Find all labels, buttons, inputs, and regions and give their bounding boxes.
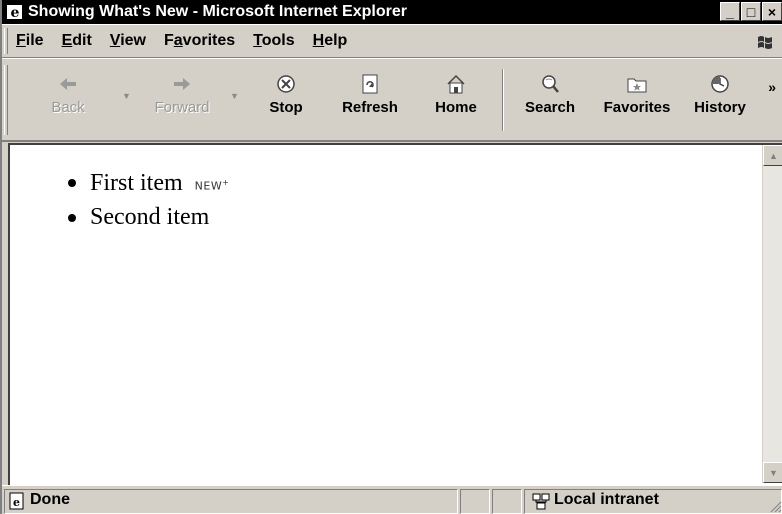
status-pane-progress bbox=[460, 489, 490, 514]
toolbar-grip[interactable] bbox=[4, 65, 8, 135]
forward-button[interactable]: Forward bbox=[142, 73, 222, 116]
status-pane-secure bbox=[492, 489, 522, 514]
bullet-icon bbox=[68, 179, 76, 187]
status-text: Done bbox=[30, 491, 70, 508]
page-done-icon: e bbox=[8, 492, 26, 510]
list-item: Second item bbox=[68, 202, 229, 233]
window-title: Showing What's New - Microsoft Internet … bbox=[28, 3, 407, 20]
bullet-icon bbox=[68, 213, 76, 222]
maximize-button[interactable]: □ bbox=[741, 2, 761, 21]
stop-button[interactable]: Stop bbox=[256, 73, 316, 116]
new-badge-icon: NEW+ bbox=[194, 178, 230, 193]
home-icon bbox=[444, 73, 468, 95]
menu-tools[interactable]: Tools bbox=[253, 32, 294, 50]
favorites-button[interactable]: Favorites bbox=[594, 73, 680, 116]
scroll-up-button[interactable]: ▲ bbox=[763, 145, 782, 166]
local-intranet-icon bbox=[532, 492, 550, 510]
list-item-text: Second item bbox=[90, 203, 210, 230]
back-button[interactable]: Back bbox=[38, 73, 98, 116]
refresh-icon bbox=[358, 73, 382, 95]
ie-logo-icon: e bbox=[6, 3, 24, 21]
list-item: First item NEW+ bbox=[68, 167, 229, 202]
svg-text:e: e bbox=[13, 496, 20, 509]
scroll-down-button[interactable]: ▼ bbox=[763, 462, 782, 483]
minimize-button[interactable]: _ bbox=[720, 2, 740, 21]
menu-bar-grip[interactable] bbox=[4, 28, 8, 54]
toolbar-separator bbox=[502, 69, 504, 131]
windows-logo-icon bbox=[754, 31, 776, 53]
resize-grip-icon[interactable] bbox=[770, 500, 782, 513]
forward-arrow-icon bbox=[170, 73, 194, 95]
status-message-pane bbox=[4, 489, 458, 514]
browser-window: e Showing What's New - Microsoft Interne… bbox=[0, 0, 782, 514]
menu-edit[interactable]: Edit bbox=[62, 32, 92, 50]
standard-toolbar: Back ▼ Forward ▼ Stop Refresh Home Searc… bbox=[2, 58, 782, 142]
search-button[interactable]: Search bbox=[516, 73, 584, 116]
window-controls: _ □ × bbox=[720, 2, 782, 21]
menu-help[interactable]: Help bbox=[313, 32, 348, 50]
vertical-scrollbar[interactable]: ▲ ▼ bbox=[762, 145, 782, 483]
svg-text:e: e bbox=[11, 5, 20, 21]
refresh-button[interactable]: Refresh bbox=[332, 73, 408, 116]
stop-icon bbox=[274, 73, 298, 95]
toolbar-more-chevron[interactable]: » bbox=[768, 79, 776, 95]
forward-dropdown-icon[interactable]: ▼ bbox=[230, 91, 239, 101]
title-bar[interactable]: e Showing What's New - Microsoft Interne… bbox=[2, 0, 782, 24]
back-arrow-icon bbox=[56, 73, 80, 95]
close-button[interactable]: × bbox=[762, 2, 782, 21]
menu-favorites[interactable]: Favorites bbox=[164, 32, 235, 50]
list-item-text: First item bbox=[90, 169, 183, 196]
page-content: First item NEW+ Second item ▲ ▼ bbox=[8, 143, 782, 485]
back-dropdown-icon[interactable]: ▼ bbox=[122, 91, 131, 101]
menu-file[interactable]: File bbox=[16, 32, 44, 50]
search-icon bbox=[538, 73, 562, 95]
history-button[interactable]: History bbox=[688, 73, 752, 116]
status-bar: e Done Local intranet bbox=[2, 485, 782, 514]
item-list: First item NEW+ Second item bbox=[68, 167, 229, 233]
favorites-folder-icon bbox=[625, 73, 649, 95]
menu-view[interactable]: View bbox=[110, 32, 146, 50]
history-icon bbox=[708, 73, 732, 95]
security-zone-label: Local intranet bbox=[554, 491, 659, 508]
home-button[interactable]: Home bbox=[428, 73, 484, 116]
menu-bar: File Edit View Favorites Tools Help bbox=[2, 24, 782, 58]
